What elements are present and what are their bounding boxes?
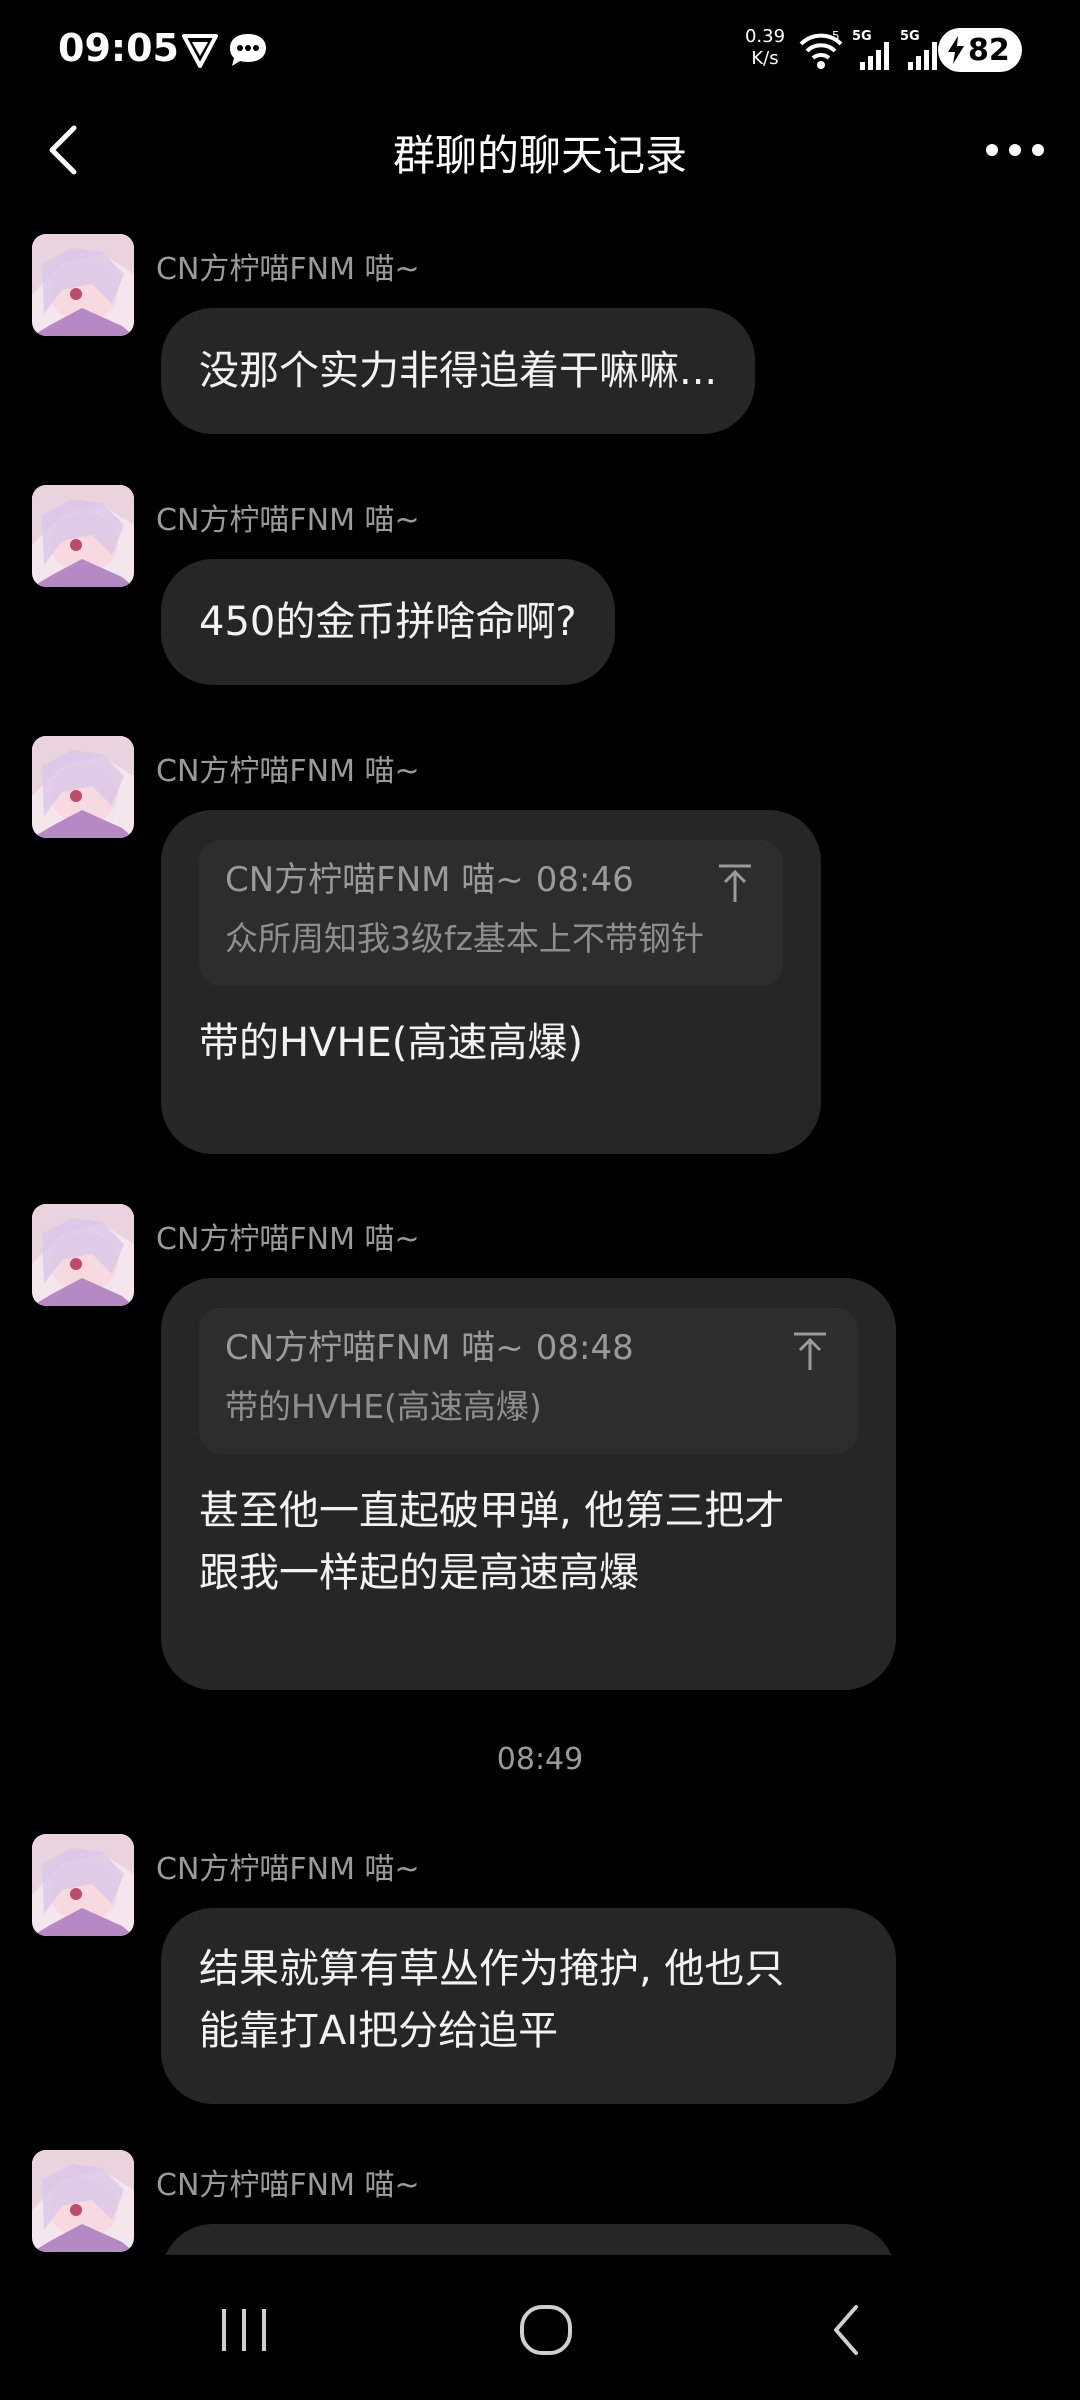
sender-name: CN方柠喵FNM 喵~ xyxy=(156,503,420,538)
avatar[interactable] xyxy=(32,1834,134,1936)
quote-header: CN方柠喵FNM 喵~ 08:46 xyxy=(225,858,757,902)
avatar-image xyxy=(32,1834,134,1936)
page-title: 群聊的聊天记录 xyxy=(392,131,687,180)
network-speed-value: 0.39 xyxy=(744,26,786,47)
charging-bolt-icon xyxy=(948,36,964,64)
avatar-image xyxy=(32,1204,134,1306)
message-bubble[interactable] xyxy=(161,2224,896,2255)
sender-name: CN方柠喵FNM 喵~ xyxy=(156,1852,420,1887)
avatar[interactable] xyxy=(32,1204,134,1306)
chat-message-list[interactable]: CN方柠喵FNM 喵~ 没那个实力非得追着干嘛嘛... CN方柠喵FNM 喵~ … xyxy=(0,200,1080,2255)
network-speed-unit: K/s xyxy=(751,48,779,69)
status-bar: 09:05 0.39 K/s 5 5G 5G 82 xyxy=(0,0,1080,100)
message-text: 没那个实力非得追着干嘛嘛... xyxy=(199,348,718,394)
header: 群聊的聊天记录 xyxy=(0,100,1080,200)
avatar-image xyxy=(32,2150,134,2252)
avatar[interactable] xyxy=(32,485,134,587)
chat-history-screen: 09:05 0.39 K/s 5 5G 5G 82 群聊的聊天记录 CN方柠喵F… xyxy=(0,0,1080,2400)
time-separator: 08:49 xyxy=(496,1742,584,1777)
wifi-icon: 5 xyxy=(799,29,843,69)
quoted-message[interactable]: CN方柠喵FNM 喵~ 08:48 带的HVHE(高速高爆) xyxy=(199,1308,858,1454)
message-notification-icon xyxy=(230,34,266,66)
message-text-line: 结果就算有草丛作为掩护, 他也只 xyxy=(199,1946,785,1992)
quote-header: CN方柠喵FNM 喵~ 08:48 xyxy=(225,1326,832,1370)
home-icon[interactable] xyxy=(506,2295,586,2365)
cellular-signal-1-icon: 5G xyxy=(852,29,889,70)
message-text-line: 跟我一样起的是高速高爆 xyxy=(199,1550,639,1596)
avatar-image xyxy=(32,485,134,587)
back-nav-icon[interactable] xyxy=(808,2295,888,2365)
avatar-image xyxy=(32,234,134,336)
signal2-label: 5G xyxy=(900,29,920,44)
quote-text: 带的HVHE(高速高爆) xyxy=(225,1387,542,1426)
status-icons: 0.39 K/s 5 5G 5G 82 xyxy=(700,0,1080,100)
system-navigation-bar xyxy=(0,2255,1080,2400)
message-bubble[interactable]: CN方柠喵FNM 喵~ 08:48 带的HVHE(高速高爆) 甚至他一直起破甲弹… xyxy=(161,1278,896,1690)
quote-time: 08:48 xyxy=(535,1328,634,1368)
more-options-icon[interactable] xyxy=(980,122,1050,178)
quote-sender: CN方柠喵FNM 喵~ xyxy=(225,1328,524,1368)
battery-indicator: 82 xyxy=(938,28,1022,72)
avatar[interactable] xyxy=(32,234,134,336)
quote-sender: CN方柠喵FNM 喵~ xyxy=(225,860,524,900)
wifi-label: 5 xyxy=(832,29,840,43)
network-speed: 0.39 K/s xyxy=(740,26,790,70)
quote-text: 众所周知我3级fz基本上不带钢针 xyxy=(225,919,704,958)
avatar-image xyxy=(32,736,134,838)
sender-name: CN方柠喵FNM 喵~ xyxy=(156,2168,420,2203)
sender-name: CN方柠喵FNM 喵~ xyxy=(156,754,420,789)
battery-level: 82 xyxy=(968,33,1010,68)
quote-time: 08:46 xyxy=(535,860,634,900)
sender-name: CN方柠喵FNM 喵~ xyxy=(156,1222,420,1257)
signal1-label: 5G xyxy=(852,29,872,44)
message-bubble[interactable]: CN方柠喵FNM 喵~ 08:46 众所周知我3级fz基本上不带钢针 带的HVH… xyxy=(161,810,821,1154)
jump-to-quote-icon[interactable] xyxy=(790,1330,830,1374)
recent-apps-icon[interactable] xyxy=(204,2295,284,2365)
message-bubble[interactable]: 450的金币拼啥命啊? xyxy=(161,559,615,685)
quoted-message[interactable]: CN方柠喵FNM 喵~ 08:46 众所周知我3级fz基本上不带钢针 xyxy=(199,840,783,986)
jump-to-quote-icon[interactable] xyxy=(715,862,755,906)
message-text-line: 甚至他一直起破甲弹, 他第三把才 xyxy=(199,1488,785,1534)
message-text-line: 能靠打AI把分给追平 xyxy=(199,2008,559,2054)
status-time: 09:05 xyxy=(58,26,179,70)
message-bubble[interactable]: 没那个实力非得追着干嘛嘛... xyxy=(161,308,756,434)
message-text: 带的HVHE(高速高爆) xyxy=(199,1020,584,1066)
message-bubble[interactable]: 结果就算有草丛作为掩护, 他也只 能靠打AI把分给追平 xyxy=(161,1908,896,2104)
vpn-shield-icon xyxy=(182,34,218,68)
message-text: 450的金币拼啥命啊? xyxy=(199,599,577,645)
avatar[interactable] xyxy=(32,736,134,838)
sender-name: CN方柠喵FNM 喵~ xyxy=(156,252,420,287)
avatar[interactable] xyxy=(32,2150,134,2252)
